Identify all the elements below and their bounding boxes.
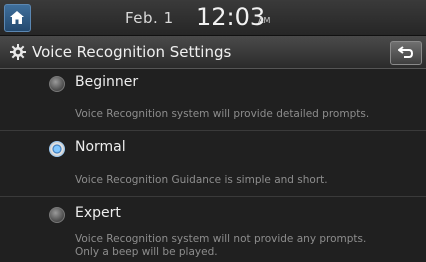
divider (0, 130, 426, 131)
option-label-normal: Normal (75, 139, 126, 155)
option-desc-expert-line2: Only a beep will be played. (75, 246, 218, 258)
option-label-beginner: Beginner (75, 74, 139, 90)
page-title: Voice Recognition Settings (32, 43, 232, 61)
voice-recognition-settings-screen: Feb. 1 12:03 AM Voice Recognition Settin… (0, 0, 426, 262)
status-bar: Feb. 1 12:03 AM (0, 0, 426, 36)
back-button[interactable] (390, 41, 422, 65)
option-desc-beginner: Voice Recognition system will provide de… (75, 108, 370, 120)
option-label-expert: Expert (75, 205, 121, 221)
radio-normal[interactable] (49, 141, 65, 157)
title-bar: Voice Recognition Settings (0, 36, 426, 69)
gear-icon (10, 44, 26, 60)
option-normal[interactable]: Normal (0, 134, 426, 162)
option-expert[interactable]: Expert (0, 200, 426, 228)
status-date: Feb. 1 (125, 9, 174, 27)
option-desc-normal: Voice Recognition Guidance is simple and… (75, 174, 328, 186)
home-button[interactable] (4, 4, 31, 32)
option-beginner[interactable]: Beginner (0, 69, 426, 97)
home-icon (10, 11, 24, 24)
back-arrow-icon (398, 46, 414, 58)
radio-beginner[interactable] (49, 76, 65, 92)
divider (0, 196, 426, 197)
option-desc-expert-line1: Voice Recognition system will not provid… (75, 233, 367, 245)
radio-expert[interactable] (49, 207, 65, 223)
status-time: 12:03 (196, 3, 266, 31)
status-ampm: AM (258, 16, 271, 25)
